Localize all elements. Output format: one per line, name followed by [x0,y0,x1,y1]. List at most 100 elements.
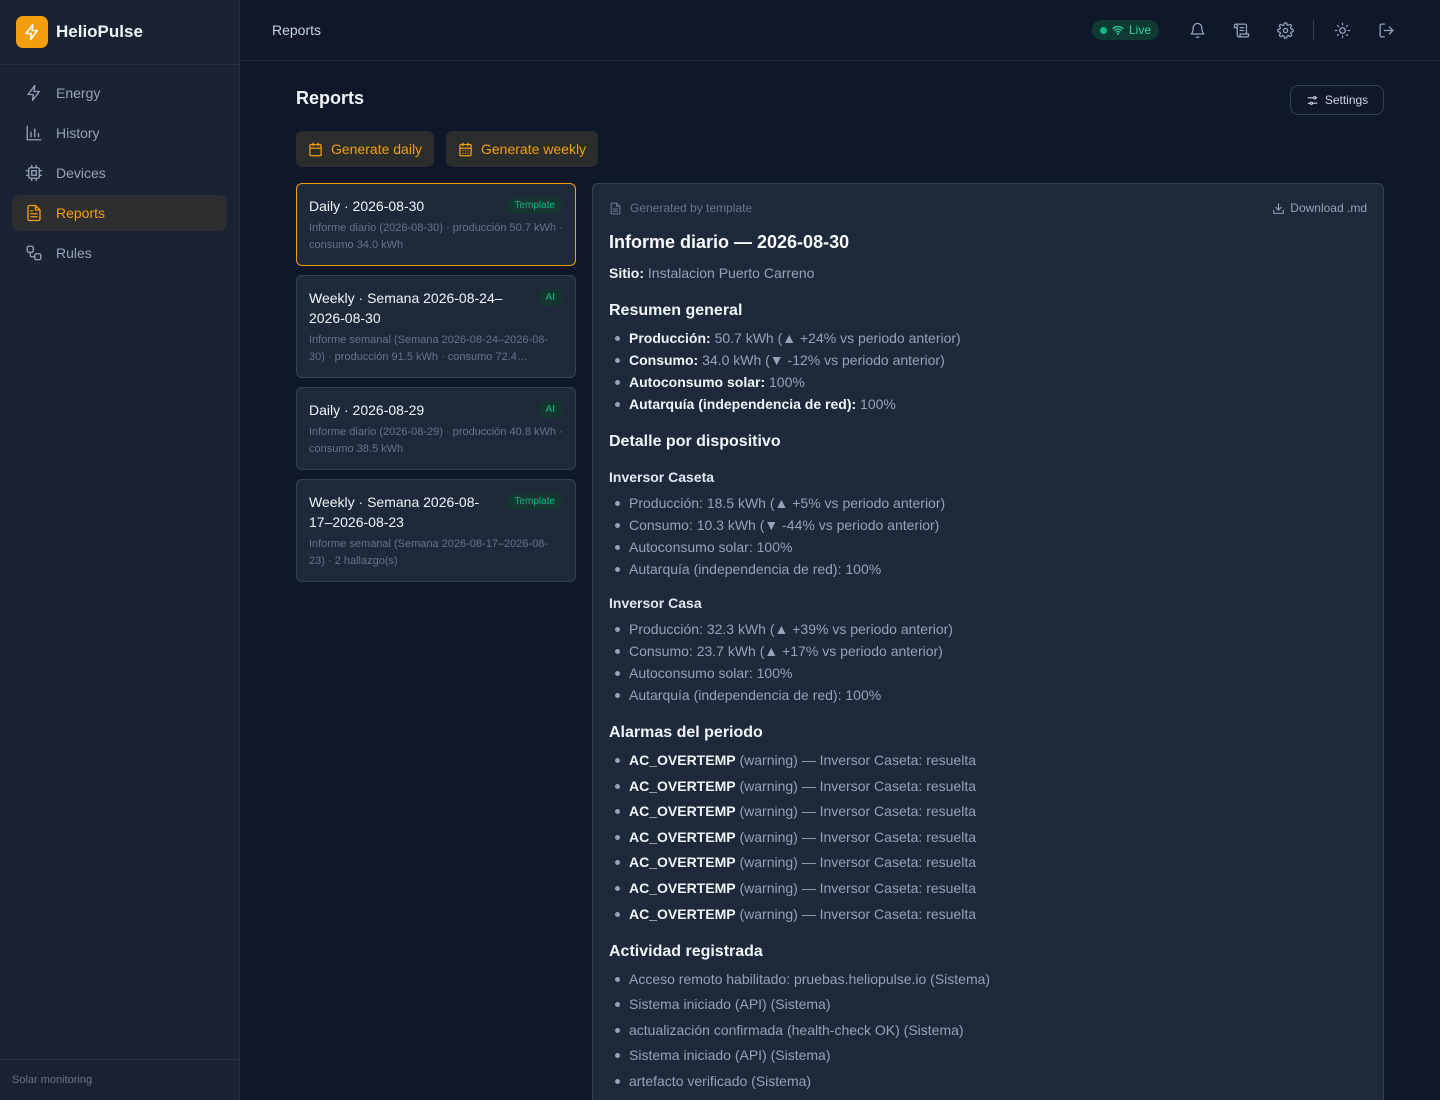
item-label: Producción: [629,330,711,346]
alarm-text: (warning) — Inversor Caseta: resuelta [739,828,977,845]
list-item: Producción: 32.3 kWh (▲ +39% vs periodo … [615,620,1367,638]
report-source-badge: AI [537,289,563,306]
generated-by: Generated by template [609,201,752,215]
generate-weekly-button[interactable]: Generate weekly [446,131,599,167]
site-label: Sitio: [609,265,644,281]
list-item: Autoconsumo solar: 100% [615,664,1367,682]
report-card-summary: Informe semanal (Semana 2026-08-24–2026-… [309,334,549,363]
device-name: Inversor Casa [609,595,702,611]
sidebar-footer: Solar monitoring [0,1059,239,1100]
sidebar-item-label: History [56,125,100,141]
report-site: Sitio: Instalacion Puerto Carreno [609,264,1367,282]
report-title: Informe diario — 2026-08-30 [609,232,850,252]
report-card-summary: Informe diario (2026-08-29) · producción… [309,426,563,455]
settings-label: Settings [1324,93,1369,107]
sidebar-item-devices[interactable]: Devices [12,155,227,191]
generate-daily-button[interactable]: Generate daily [296,131,435,167]
list-item: Consumo: 10.3 kWh (▼ -44% vs periodo ant… [615,516,1367,534]
summary-heading: Resumen general [609,302,743,319]
brand-name: HelioPulse [56,22,143,41]
calendar-icon [308,142,323,157]
alarm-text: (warning) — Inversor Caseta: resuelta [739,854,977,871]
bar-chart-icon [24,123,44,143]
device-metrics-list: Producción: 32.3 kWh (▲ +39% vs periodo … [609,620,1367,704]
alarm-code: AC_OVERTEMP [629,752,736,768]
site-value: Instalacion Puerto Carreno [647,265,815,281]
activity-list: Acceso remoto habilitado: pruebas.heliop… [609,970,1367,1090]
scroll-icon [1233,22,1250,39]
live-dot-icon [1099,26,1107,34]
report-settings-button[interactable]: Settings [1290,85,1384,115]
topbar: Reports Live [240,0,1440,61]
item-value: 50.7 kWh (▲ +24% vs periodo anterior) [714,330,961,346]
activity-heading: Actividad registrada [609,942,763,960]
sidebar-item-label: Reports [56,205,106,221]
alarm-code: AC_OVERTEMP [629,777,736,794]
bolt-logo-icon [16,16,48,48]
wifi-icon [1112,24,1124,36]
item-value: 100% [769,374,805,390]
alarm-text: (warning) — Inversor Caseta: resuelta [739,803,977,820]
live-status-badge: Live [1091,20,1159,40]
notifications-button[interactable] [1183,16,1211,44]
list-item: Autoconsumo solar: 100% [615,373,1367,391]
brand[interactable]: HelioPulse [0,0,239,65]
report-card[interactable]: Weekly · Semana 2026-08-24–2026-08-30 AI… [296,275,576,378]
device-name: Inversor Caseta [609,469,715,485]
generate-weekly-label: Generate weekly [481,141,587,157]
item-label: Autoconsumo solar: [629,374,766,390]
toolbar-divider [1313,20,1314,40]
chip-icon [24,163,44,183]
alarm-code: AC_OVERTEMP [629,854,736,871]
download-md-button[interactable]: Download .md [1272,201,1367,215]
report-card-summary: Informe diario (2026-08-30) · producción… [309,222,563,251]
download-label: Download .md [1290,201,1367,215]
sidebar-item-history[interactable]: History [12,115,227,151]
report-card[interactable]: Weekly · Semana 2026-08-17–2026-08-23 Te… [296,479,576,582]
list-item: Acceso remoto habilitado: pruebas.heliop… [615,970,1367,988]
list-item: AC_OVERTEMP (warning) — Inversor Caseta:… [615,777,1367,795]
sidebar-item-label: Rules [56,245,92,261]
alarm-text: (warning) — Inversor Caseta: resuelta [739,879,977,896]
sidebar-item-reports[interactable]: Reports [12,195,227,231]
sidebar-item-energy[interactable]: Energy [12,75,227,111]
report-list: Daily · 2026-08-30 Template Informe diar… [296,183,576,591]
list-item: artefacto verificado (Sistema) [615,1072,1367,1090]
generate-daily-label: Generate daily [331,141,423,157]
report-card-title: Daily · 2026-08-30 [309,198,425,214]
sidebar-item-label: Devices [56,165,106,181]
list-item: Consumo: 23.7 kWh (▲ +17% vs periodo ant… [615,642,1367,660]
sun-icon [1334,22,1351,39]
page-title: Reports [296,88,365,108]
generated-by-label: Generated by template [630,201,753,215]
list-item: actualización confirmada (health-check O… [615,1021,1367,1039]
sidebar-item-rules[interactable]: Rules [12,235,227,271]
report-source-badge: Template [506,493,563,510]
report-card-title: Daily · 2026-08-29 [309,402,425,418]
report-card[interactable]: Daily · 2026-08-30 Template Informe diar… [296,183,576,266]
report-source-badge: AI [537,401,563,418]
alarm-text: (warning) — Inversor Caseta: resuelta [739,905,977,922]
list-item: AC_OVERTEMP (warning) — Inversor Caseta:… [615,828,1367,846]
item-label: Autarquía (independencia de red): [629,396,857,412]
list-item: AC_OVERTEMP (warning) — Inversor Caseta:… [615,879,1367,897]
calendar-week-icon [458,142,473,157]
report-card[interactable]: Daily · 2026-08-29 AI Informe diario (20… [296,387,576,470]
breadcrumb: Reports [272,22,322,38]
top-actions: Live [1091,0,1408,60]
list-item: AC_OVERTEMP (warning) — Inversor Caseta:… [615,751,1367,769]
report-card-title: Weekly · Semana 2026-08-24–2026-08-30 [309,290,503,326]
theme-toggle-button[interactable] [1328,16,1356,44]
report-source-badge: Template [506,197,563,214]
list-item: Producción: 50.7 kWh (▲ +24% vs periodo … [615,329,1367,347]
settings-gear-button[interactable] [1271,16,1299,44]
sidebar: HelioPulse Energy History Devices Report… [0,0,240,1100]
bell-icon [1189,22,1206,39]
alarm-code: AC_OVERTEMP [629,828,736,845]
alarm-code: AC_OVERTEMP [629,905,736,922]
logout-button[interactable] [1372,16,1400,44]
live-label: Live [1128,23,1151,37]
logs-button[interactable] [1227,16,1255,44]
list-item: AC_OVERTEMP (warning) — Inversor Caseta:… [615,853,1367,871]
logout-icon [1378,22,1395,39]
